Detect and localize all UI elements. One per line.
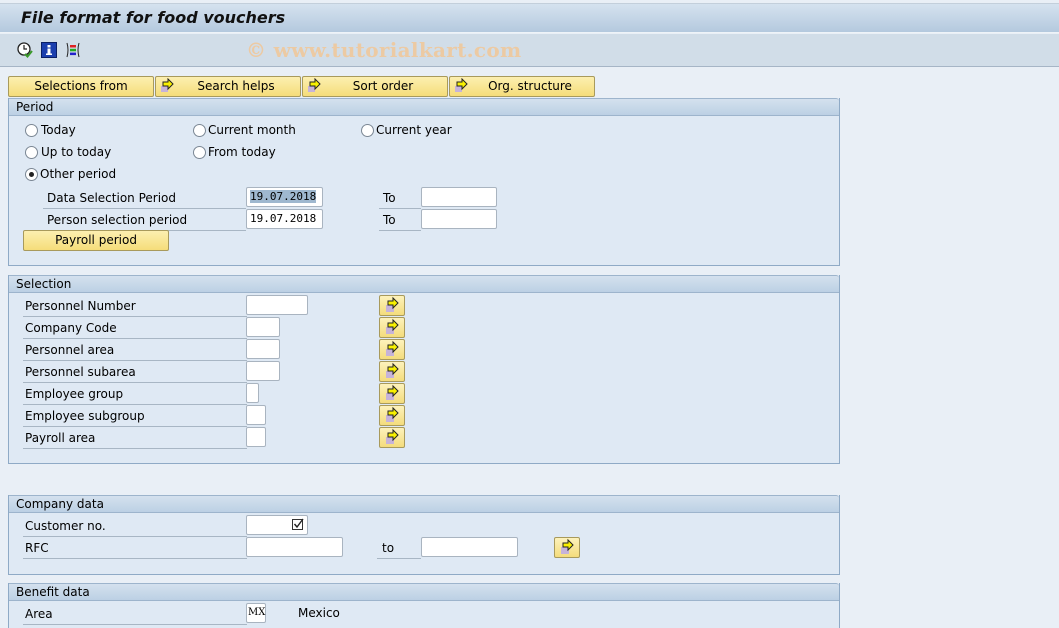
- company-data-group: Company data Customer no. RFC to: [8, 495, 840, 575]
- arrow-right-icon: [386, 384, 399, 400]
- execute-clock-icon[interactable]: [17, 42, 33, 58]
- person-selection-to-field[interactable]: [421, 209, 497, 229]
- benefit-data-group: Benefit data Area MX Mexico: [8, 583, 840, 628]
- radio-today-label: Today: [41, 123, 76, 137]
- person-selection-from-field[interactable]: 19.07.2018: [246, 209, 323, 229]
- customer-no-field[interactable]: [246, 515, 308, 535]
- selections-from-button[interactable]: Selections from: [8, 76, 154, 97]
- data-selection-from-field[interactable]: 19.07.2018: [246, 187, 323, 207]
- payroll-period-button[interactable]: Payroll period: [23, 230, 169, 251]
- personnel-number-label: Personnel Number: [23, 297, 247, 317]
- data-selection-to-label: To: [379, 189, 421, 209]
- radio-current-year-label: Current year: [376, 123, 452, 137]
- rfc-to-field[interactable]: [421, 537, 518, 557]
- personnel-subarea-multiple-selection-button[interactable]: [379, 361, 405, 382]
- company-code-label: Company Code: [23, 319, 247, 339]
- radio-other-period-label: Other period: [40, 167, 117, 181]
- person-selection-to-label: To: [379, 211, 421, 231]
- arrow-right-icon: [386, 406, 399, 422]
- period-group: Period Today Current month Current year …: [8, 98, 840, 266]
- radio-current-month-label: Current month: [208, 123, 296, 137]
- company-code-field[interactable]: [246, 317, 280, 337]
- company-data-group-title: Company data: [9, 495, 839, 513]
- personnel-area-label: Personnel area: [23, 341, 247, 361]
- period-group-title: Period: [9, 98, 839, 116]
- rfc-label: RFC: [23, 539, 247, 559]
- employee-subgroup-multiple-selection-button[interactable]: [379, 405, 405, 426]
- company-code-multiple-selection-button[interactable]: [379, 317, 405, 338]
- arrow-right-icon: [386, 428, 399, 444]
- checkbox-icon[interactable]: [292, 518, 304, 534]
- arrow-right-icon: [386, 296, 399, 312]
- rfc-multiple-selection-button[interactable]: [554, 537, 580, 558]
- employee-group-label: Employee group: [23, 385, 247, 405]
- personnel-subarea-label: Personnel subarea: [23, 363, 247, 383]
- selection-group: Selection Personnel Number Company Code Pe…: [8, 275, 840, 464]
- radio-current-year[interactable]: [361, 124, 374, 137]
- watermark: © www.tutorialkart.com: [246, 38, 522, 62]
- area-description: Mexico: [298, 606, 340, 620]
- benefit-data-group-title: Benefit data: [9, 583, 839, 601]
- personnel-number-field[interactable]: [246, 295, 308, 315]
- payroll-area-label: Payroll area: [23, 429, 247, 449]
- radio-from-today-label: From today: [208, 145, 276, 159]
- payroll-area-multiple-selection-button[interactable]: [379, 427, 405, 448]
- data-selection-from-value: 19.07.2018: [250, 190, 317, 203]
- personnel-number-multiple-selection-button[interactable]: [379, 295, 405, 316]
- page-title: File format for food vouchers: [21, 8, 286, 27]
- area-label: Area: [23, 605, 247, 625]
- sort-order-button[interactable]: Sort order: [302, 76, 448, 97]
- title-bar: File format for food vouchers: [0, 3, 1059, 33]
- radio-current-month[interactable]: [193, 124, 206, 137]
- employee-subgroup-field[interactable]: [246, 405, 266, 425]
- rfc-to-label: to: [377, 539, 421, 559]
- sort-order-label: Sort order: [352, 79, 414, 93]
- customer-no-label: Customer no.: [23, 517, 247, 537]
- rfc-from-field[interactable]: [246, 537, 343, 557]
- data-selection-to-field[interactable]: [421, 187, 497, 207]
- person-selection-period-label: Person selection period: [43, 211, 246, 231]
- info-icon[interactable]: [41, 42, 57, 58]
- radio-up-to-today-label: Up to today: [41, 145, 112, 159]
- search-helps-button[interactable]: Search helps: [155, 76, 301, 97]
- employee-subgroup-label: Employee subgroup: [23, 407, 247, 427]
- personnel-area-field[interactable]: [246, 339, 280, 359]
- search-helps-label: Search helps: [197, 79, 275, 93]
- employee-group-field[interactable]: [246, 383, 259, 403]
- radio-from-today[interactable]: [193, 146, 206, 159]
- personnel-subarea-field[interactable]: [246, 361, 280, 381]
- application-toolbar: © www.tutorialkart.com: [0, 34, 1059, 67]
- employee-group-multiple-selection-button[interactable]: [379, 383, 405, 404]
- layout-icon[interactable]: [65, 42, 81, 58]
- arrow-right-icon: [386, 362, 399, 378]
- radio-up-to-today[interactable]: [25, 146, 38, 159]
- payroll-area-field[interactable]: [246, 427, 266, 447]
- arrow-right-icon: [454, 78, 470, 93]
- org-structure-label: Org. structure: [488, 79, 572, 93]
- arrow-right-icon: [160, 78, 176, 93]
- org-structure-button[interactable]: Org. structure: [449, 76, 595, 97]
- personnel-area-multiple-selection-button[interactable]: [379, 339, 405, 360]
- arrow-right-icon: [307, 78, 323, 93]
- radio-other-period[interactable]: [25, 168, 38, 181]
- radio-today[interactable]: [25, 124, 38, 137]
- area-field[interactable]: MX: [246, 603, 266, 623]
- selections-from-label: Selections from: [34, 79, 128, 93]
- data-selection-period-label: Data Selection Period: [43, 189, 246, 209]
- arrow-right-icon: [386, 318, 399, 334]
- arrow-right-icon: [386, 340, 399, 356]
- selection-group-title: Selection: [9, 275, 839, 293]
